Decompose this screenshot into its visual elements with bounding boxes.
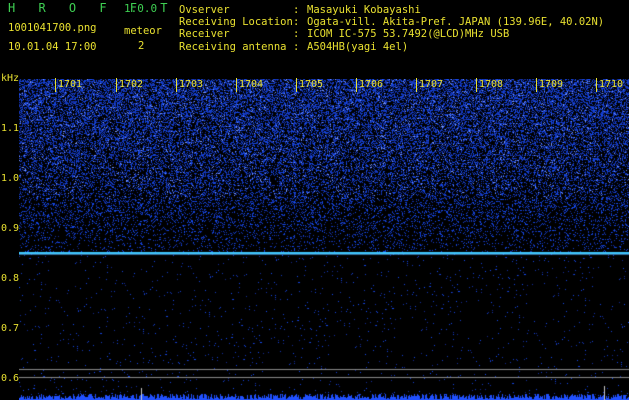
file-name: 1001041700.png	[8, 22, 97, 34]
info-row-receiver: Receiver: ICOM IC-575 53.7492(@LCD)MHz US…	[179, 28, 510, 41]
spectrogram-canvas	[19, 79, 629, 400]
minute-tick	[55, 78, 56, 92]
minute-label-1704: 1704	[239, 79, 264, 90]
y-axis-unit: kHz	[1, 73, 20, 84]
minute-label-1710: 1710	[599, 79, 624, 90]
y-tick-1-1: 1.1	[1, 123, 20, 134]
minute-tick	[536, 78, 537, 92]
minute-label-1708: 1708	[479, 79, 504, 90]
y-tick-0-6: 0.6	[1, 373, 20, 384]
minute-label-1706: 1706	[359, 79, 384, 90]
minute-tick	[596, 78, 597, 92]
minute-tick	[296, 78, 297, 92]
y-tick-0-7: 0.7	[1, 323, 20, 334]
minute-label-1705: 1705	[299, 79, 324, 90]
header-panel: H R O F F T 1.0.0 1001041700.png 10.01.0…	[0, 0, 629, 72]
y-tick-1-0: 1.0	[1, 173, 20, 184]
file-datetime: 10.01.04 17:00	[8, 41, 97, 53]
minute-tick	[176, 78, 177, 92]
minute-label-1707: 1707	[419, 79, 444, 90]
minute-label-1702: 1702	[119, 79, 144, 90]
minute-tick	[416, 78, 417, 92]
y-tick-0-9: 0.9	[1, 223, 20, 234]
minute-label-1709: 1709	[539, 79, 564, 90]
minute-tick	[476, 78, 477, 92]
meteor-count: 2	[138, 40, 145, 52]
info-row-location: Receiving Location: Ogata-vill. Akita-Pre…	[179, 16, 605, 29]
minute-tick	[236, 78, 237, 92]
minute-tick	[116, 78, 117, 92]
info-row-observer: Ovserver: Masayuki Kobayashi	[179, 4, 421, 16]
minute-label-1701: 1701	[58, 79, 83, 90]
app-version: 1.0.0	[124, 2, 158, 15]
minute-label-1703: 1703	[179, 79, 204, 90]
meteor-label: meteor	[124, 25, 162, 37]
station-info: Ovserver: Masayuki Kobayashi Receiving Lo…	[179, 4, 604, 53]
minute-tick	[356, 78, 357, 92]
y-tick-0-8: 0.8	[1, 273, 20, 284]
info-row-antenna: Receiving antenna: A504HB(yagi 4el)	[179, 40, 409, 53]
